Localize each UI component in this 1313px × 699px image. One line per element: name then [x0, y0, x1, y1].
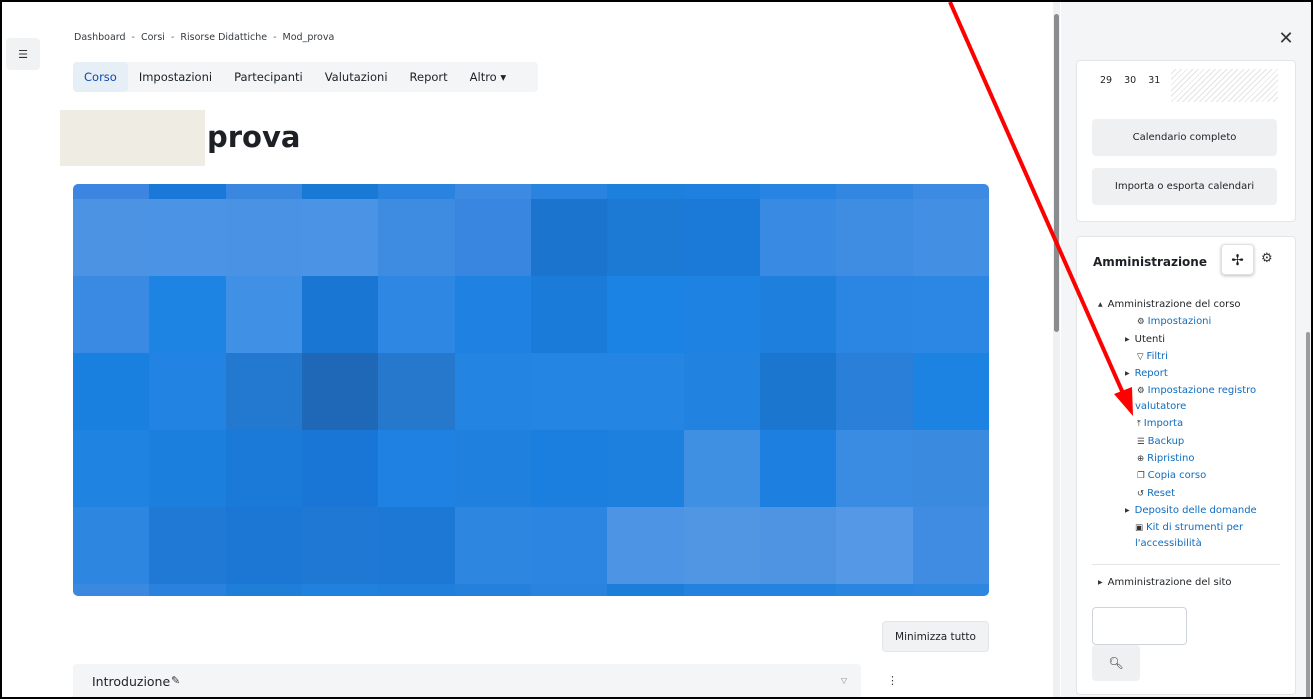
- annotation-arrow-head: [1114, 387, 1133, 416]
- page-frame: ☰ Dashboard - Corsi - Risorse Didattiche - Mod…: [0, 0, 1313, 699]
- annotation-arrow-shaft: [948, 2, 1128, 401]
- annotation-arrow: [948, 2, 1133, 416]
